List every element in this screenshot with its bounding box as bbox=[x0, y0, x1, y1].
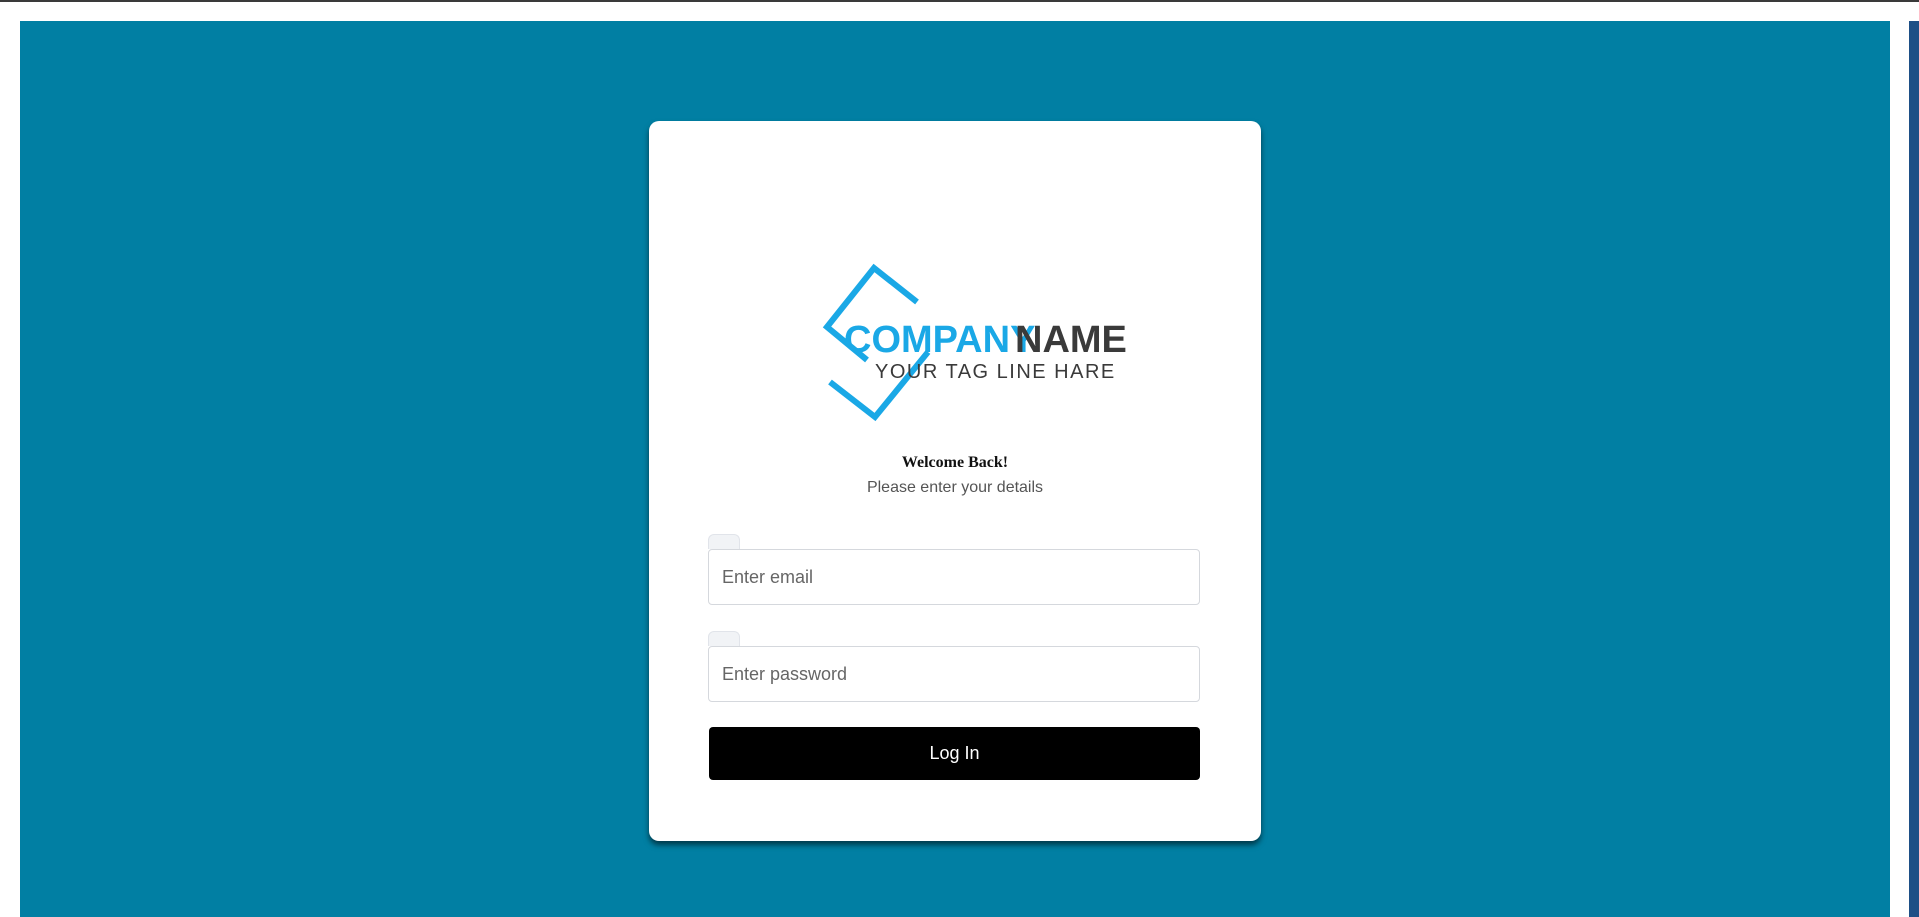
logo-company-word: COMPANY bbox=[844, 319, 1035, 361]
password-field[interactable] bbox=[708, 646, 1200, 702]
logo-name-word: NAME bbox=[1015, 319, 1127, 361]
logo-tagline: YOUR TAG LINE HARE bbox=[875, 361, 1116, 383]
company-logo: COMPANY NAME YOUR TAG LINE HARE bbox=[767, 218, 1147, 438]
email-label-tab bbox=[708, 534, 740, 549]
login-card: COMPANY NAME YOUR TAG LINE HARE Welcome … bbox=[649, 121, 1261, 841]
login-button[interactable]: Log In bbox=[709, 727, 1200, 780]
diamond-frame-icon: COMPANY NAME YOUR TAG LINE HARE bbox=[822, 263, 1127, 422]
welcome-title: Welcome Back! bbox=[901, 454, 1009, 471]
window-top-border bbox=[0, 0, 1919, 2]
welcome-subtitle: Please enter your details bbox=[866, 479, 1044, 496]
email-field[interactable] bbox=[708, 549, 1200, 605]
password-label-tab bbox=[708, 631, 740, 646]
scrollbar-edge bbox=[1909, 21, 1919, 917]
